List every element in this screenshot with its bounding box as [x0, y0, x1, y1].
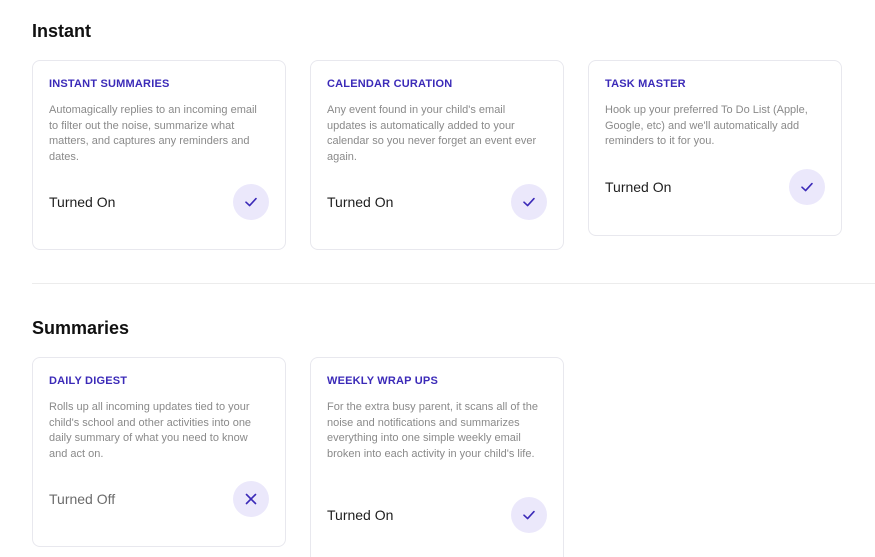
toggle-button[interactable] — [233, 184, 269, 220]
card-calendar-curation: CALENDAR CURATION Any event found in you… — [310, 60, 564, 250]
status-label: Turned On — [327, 194, 394, 210]
status-label: Turned Off — [49, 491, 116, 507]
toggle-button[interactable] — [233, 481, 269, 517]
card-title: TASK MASTER — [605, 78, 686, 90]
card-footer: Turned On — [327, 184, 547, 220]
card-title: INSTANT SUMMARIES — [49, 78, 170, 90]
section-title-summaries: Summaries — [32, 318, 130, 338]
settings-page: Instant INSTANT SUMMARIES Automagically … — [0, 0, 875, 557]
card-instant-summaries: INSTANT SUMMARIES Automagically replies … — [32, 60, 286, 250]
toggle-button[interactable] — [511, 184, 547, 220]
card-title: CALENDAR CURATION — [327, 78, 453, 90]
status-label: Turned On — [605, 179, 672, 195]
close-icon — [245, 493, 257, 505]
status-label: Turned On — [327, 507, 394, 523]
card-title: WEEKLY WRAP UPS — [327, 375, 438, 387]
section-divider — [32, 283, 875, 284]
check-icon — [523, 510, 535, 520]
check-icon — [245, 197, 257, 207]
card-title: DAILY DIGEST — [49, 375, 128, 387]
card-task-master: TASK MASTER Hook up your preferred To Do… — [588, 60, 842, 236]
card-footer: Turned On — [605, 169, 825, 205]
check-icon — [523, 197, 535, 207]
card-footer: Turned Off — [49, 481, 269, 517]
card-description: Hook up your preferred To Do List (Apple… — [605, 104, 808, 148]
toggle-button[interactable] — [511, 497, 547, 533]
check-icon — [801, 182, 813, 192]
card-footer: Turned On — [49, 184, 269, 220]
card-weekly-wrap-ups: WEEKLY WRAP UPS For the extra busy paren… — [310, 357, 564, 557]
toggle-button[interactable] — [789, 169, 825, 205]
card-description: For the extra busy parent, it scans all … — [327, 401, 538, 460]
card-description: Rolls up all incoming updates tied to yo… — [49, 401, 252, 460]
card-footer: Turned On — [327, 497, 547, 533]
card-description: Automagically replies to an incoming ema… — [49, 104, 257, 163]
section-title-instant: Instant — [32, 21, 92, 41]
card-daily-digest: DAILY DIGEST Rolls up all incoming updat… — [32, 357, 286, 547]
card-description: Any event found in your child's email up… — [327, 104, 537, 163]
status-label: Turned On — [49, 194, 116, 210]
